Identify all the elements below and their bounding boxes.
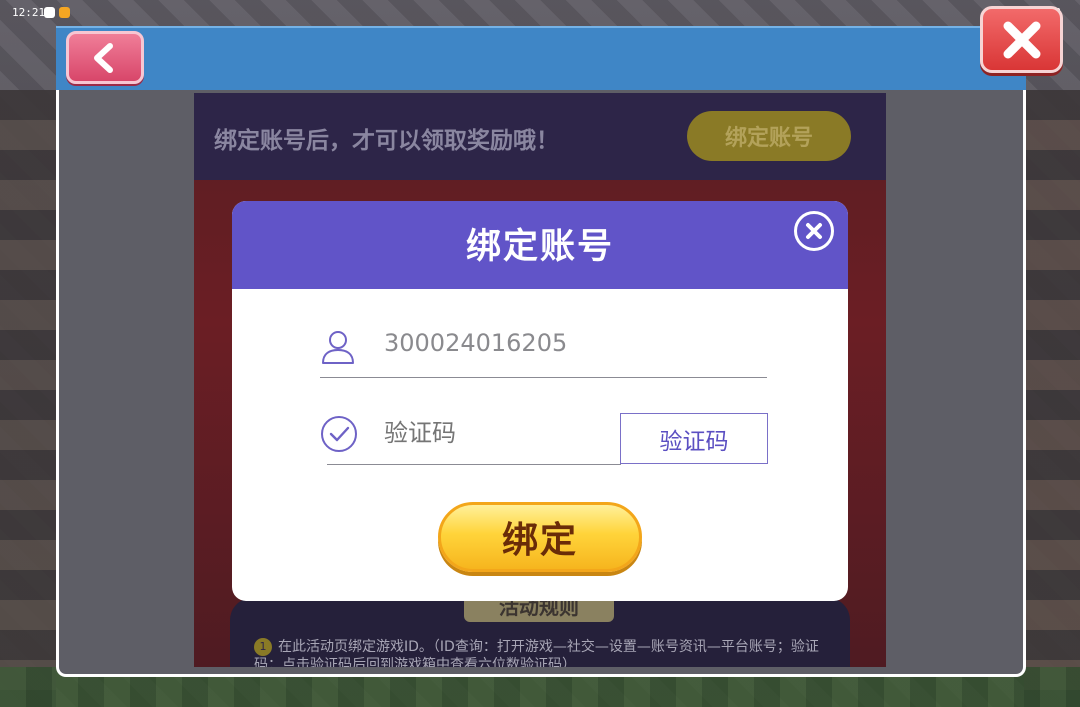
close-window-button[interactable] (980, 6, 1063, 73)
user-icon (322, 331, 354, 364)
window-header (56, 26, 1026, 90)
rule-number-badge: 1 (254, 638, 272, 656)
verify-check-icon (321, 416, 357, 452)
rule-text: 1 在此活动页绑定游戏ID。（ID查询：打开游戏—社交—设置—账号资讯—平台账号；… (254, 638, 824, 667)
game-background-left (0, 90, 56, 707)
dialog-close-button[interactable] (794, 211, 834, 251)
account-id-input[interactable] (384, 326, 764, 360)
back-button[interactable] (66, 31, 144, 84)
status-time: 12:21 (12, 6, 46, 19)
app-notification-icon (44, 7, 55, 18)
back-arrow-icon (94, 42, 113, 73)
app-notification-icon (59, 7, 70, 18)
status-bar: 12:21 ✱ ▲ ◠ 61 (0, 0, 1080, 26)
verification-code-input[interactable] (384, 416, 614, 450)
dialog-header: 绑定账号 (232, 201, 848, 289)
bind-button[interactable]: 绑定 (438, 502, 642, 572)
bind-account-dialog: 绑定账号 验证码 绑定 (232, 201, 848, 601)
close-icon (806, 223, 822, 239)
event-bind-account-button[interactable]: 绑定账号 (687, 111, 851, 161)
event-rules-panel: 活动规则 1 在此活动页绑定游戏ID。（ID查询：打开游戏—社交—设置—账号资讯—… (230, 588, 850, 667)
get-code-button[interactable]: 验证码 (620, 413, 768, 464)
code-input-underline (327, 464, 621, 465)
dialog-title: 绑定账号 (465, 227, 614, 267)
account-input-underline (320, 377, 767, 378)
event-topbar: 绑定账号后，才可以领取奖励哦！ 绑定账号 (194, 93, 886, 180)
close-icon (1003, 21, 1040, 58)
game-background-right (1024, 90, 1080, 707)
rule-text-content: 在此活动页绑定游戏ID。（ID查询：打开游戏—社交—设置—账号资讯—平台账号；验… (254, 639, 819, 667)
bind-notice-text: 绑定账号后，才可以领取奖励哦！ (214, 128, 559, 154)
